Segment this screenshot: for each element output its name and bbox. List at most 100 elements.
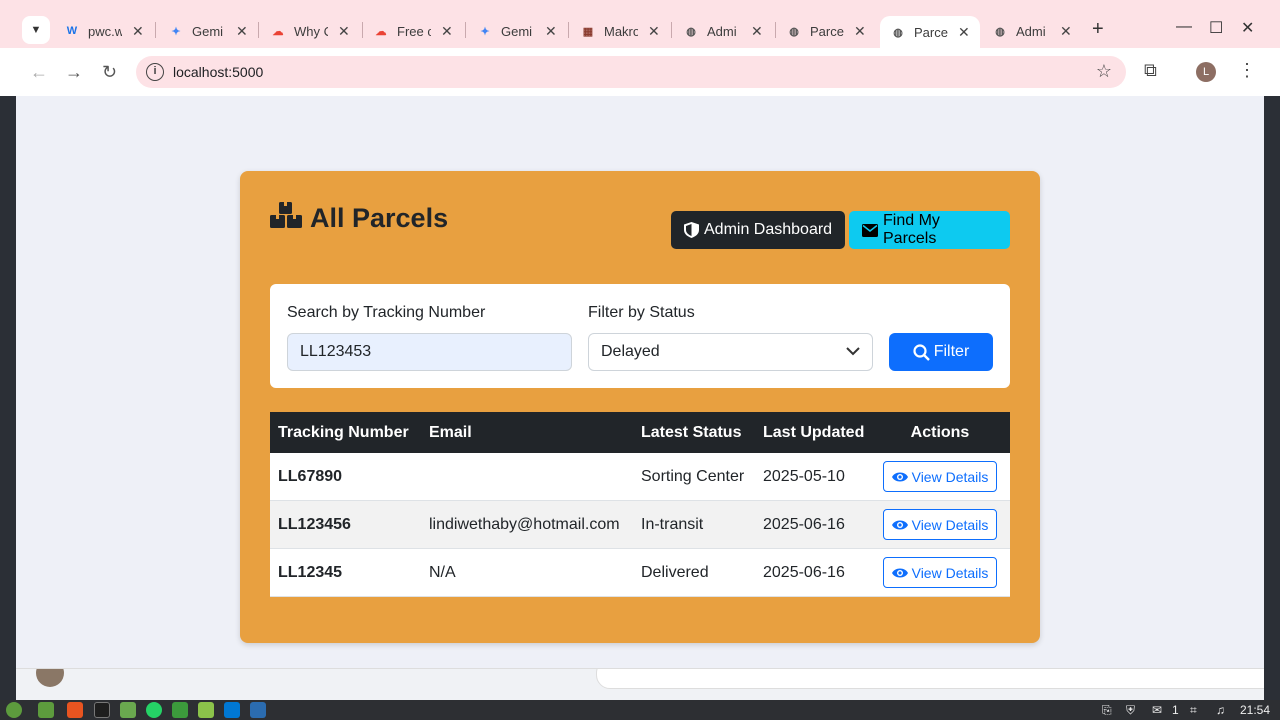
editor-icon[interactable] xyxy=(250,702,266,718)
status-cell: Delivered xyxy=(641,563,709,581)
tab-3[interactable]: ☁ Free c ✕ xyxy=(373,18,453,44)
eye-icon xyxy=(891,567,908,579)
find-my-parcels-button[interactable]: Find My Parcels xyxy=(849,211,1010,249)
close-icon[interactable]: ✕ xyxy=(1060,23,1072,40)
close-icon[interactable]: ✕ xyxy=(648,23,660,40)
word-icon: W xyxy=(66,25,78,37)
terminal-icon[interactable] xyxy=(94,702,110,718)
view-details-button[interactable]: View Details xyxy=(882,509,998,540)
maximize-icon[interactable]: ☐ xyxy=(1209,18,1223,38)
window-close-icon[interactable]: ✕ xyxy=(1241,18,1254,38)
tab-1[interactable]: ✦ Gemi ✕ xyxy=(168,18,248,44)
close-icon[interactable]: ✕ xyxy=(854,23,866,40)
close-icon[interactable]: ✕ xyxy=(545,23,557,40)
close-icon[interactable]: ✕ xyxy=(441,23,453,40)
network-icon[interactable]: ⌗ xyxy=(1190,703,1197,718)
tracking-search-input[interactable] xyxy=(287,333,572,371)
chrome-icon[interactable] xyxy=(198,702,214,718)
tab-7[interactable]: ◍ Parce ✕ xyxy=(786,18,866,44)
close-icon[interactable]: ✕ xyxy=(236,23,248,40)
search-label: Search by Tracking Number xyxy=(287,304,486,321)
tab-search-button[interactable]: ▼ xyxy=(22,16,50,44)
tab-8-active[interactable]: ◍ Parce ✕ xyxy=(880,16,980,48)
close-icon[interactable]: ✕ xyxy=(132,23,144,40)
view-details-label: View Details xyxy=(911,516,989,533)
clipboard-icon[interactable]: ⎘ xyxy=(1102,703,1112,718)
reload-icon[interactable]: ↻ xyxy=(102,62,117,83)
close-icon[interactable]: ✕ xyxy=(751,23,763,40)
eye-icon xyxy=(891,471,908,483)
firefox-icon[interactable] xyxy=(67,702,83,718)
minimize-icon[interactable]: — xyxy=(1176,18,1192,36)
tracking-number-cell: LL12345 xyxy=(278,563,343,581)
clock: 21:54 xyxy=(1240,703,1271,717)
app-icon[interactable] xyxy=(172,702,188,718)
status-select[interactable]: Delayed xyxy=(588,333,873,371)
gemini-icon: ✦ xyxy=(171,25,181,38)
tracking-number-cell: LL67890 xyxy=(278,467,343,485)
menu-icon[interactable] xyxy=(6,702,22,718)
globe-icon: ◍ xyxy=(893,26,903,39)
background-window-strip xyxy=(16,668,1264,700)
boxes-icon xyxy=(270,201,302,236)
profile-avatar[interactable]: L xyxy=(1196,62,1216,82)
files-icon[interactable] xyxy=(120,702,136,718)
close-icon[interactable]: ✕ xyxy=(338,23,350,40)
email-cell: lindiwethaby@hotmail.com xyxy=(429,515,620,533)
vscode-icon[interactable] xyxy=(224,702,240,718)
address-bar[interactable]: i localhost:5000 ☆ xyxy=(136,56,1126,88)
tab-title: Admi xyxy=(707,23,737,39)
extensions-puzzle-icon[interactable]: ⧉ xyxy=(1144,60,1157,81)
table-row: LL67890 Sorting Center 2025-05-10 View D… xyxy=(270,453,1010,501)
column-header: Last Updated xyxy=(763,423,865,441)
page-title: All Parcels xyxy=(270,201,448,236)
globe-icon: ◍ xyxy=(686,25,696,38)
tab-title: Gemi xyxy=(192,23,224,39)
tab-separator xyxy=(775,22,776,38)
browser-toolbar: ← → ↻ i localhost:5000 ☆ ⧉ L ⋮ xyxy=(0,48,1280,96)
tab-9[interactable]: ◍ Admi ✕ xyxy=(992,18,1072,44)
tab-5[interactable]: ▦ Makro ✕ xyxy=(580,18,660,44)
url-text: localhost:5000 xyxy=(173,64,264,80)
close-icon[interactable]: ✕ xyxy=(958,24,970,41)
desktop-icon[interactable] xyxy=(38,702,54,718)
view-details-button[interactable]: View Details xyxy=(882,557,998,588)
google-cloud-icon: ☁ xyxy=(375,25,387,38)
sound-icon[interactable]: ♫ xyxy=(1216,703,1225,717)
tab-separator xyxy=(155,22,156,38)
tab-separator xyxy=(465,22,466,38)
tab-0[interactable]: W pwc.w ✕ xyxy=(64,18,144,44)
os-taskbar: ⎘ ⛨ ✉ 1 ⌗ ♫ 21:54 xyxy=(0,700,1280,720)
shield-tray-icon[interactable]: ⛨ xyxy=(1126,703,1135,718)
admin-dashboard-button[interactable]: Admin Dashboard xyxy=(671,211,846,249)
view-details-button[interactable]: View Details xyxy=(882,461,998,492)
tab-title: Admi xyxy=(1016,23,1046,39)
forward-arrow-icon[interactable]: → xyxy=(65,62,83,83)
table-header-row: Tracking Number Email Latest Status Last… xyxy=(270,412,1010,453)
shield-icon xyxy=(684,222,699,238)
tab-2[interactable]: ☁ Why C ✕ xyxy=(270,18,350,44)
notification-icon[interactable]: ✉ xyxy=(1152,703,1162,717)
view-details-label: View Details xyxy=(911,564,989,581)
updated-cell: 2025-05-10 xyxy=(763,467,845,485)
new-tab-plus-icon[interactable]: + xyxy=(1092,18,1104,41)
tab-4[interactable]: ✦ Gemi ✕ xyxy=(477,18,557,44)
back-arrow-icon[interactable]: ← xyxy=(30,62,48,83)
table-row: LL12345 N/A Delivered 2025-06-16 View De… xyxy=(270,549,1010,597)
eye-icon xyxy=(891,519,908,531)
column-header: Email xyxy=(429,423,472,441)
whatsapp-icon[interactable] xyxy=(146,702,162,718)
kebab-menu-icon[interactable]: ⋮ xyxy=(1238,60,1256,81)
tab-separator xyxy=(362,22,363,38)
background-avatar xyxy=(36,669,64,687)
globe-icon: ◍ xyxy=(995,25,1005,38)
filter-button[interactable]: Filter xyxy=(889,333,993,371)
tab-title: Free c xyxy=(397,23,431,39)
search-icon xyxy=(913,343,930,361)
notification-count: 1 xyxy=(1172,703,1179,717)
site-info-icon[interactable]: i xyxy=(146,63,164,81)
tab-6[interactable]: ◍ Admi ✕ xyxy=(683,18,763,44)
tab-separator xyxy=(671,22,672,38)
bookmark-star-icon[interactable]: ☆ xyxy=(1096,61,1112,82)
tab-title: Makro xyxy=(604,23,638,39)
